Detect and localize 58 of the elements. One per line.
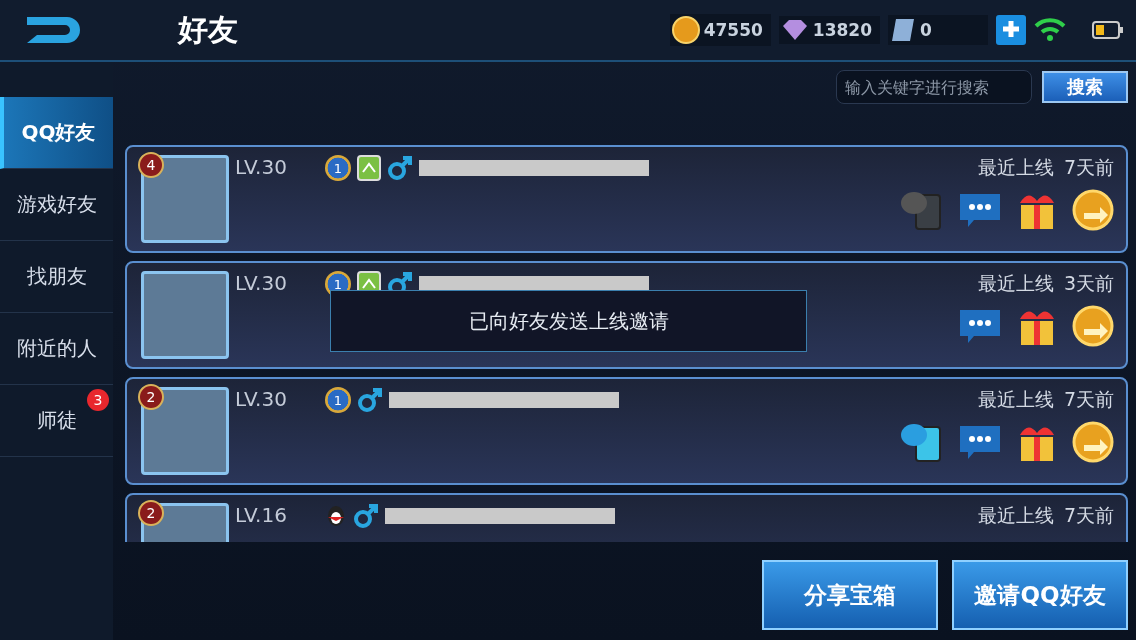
rank-medal-icon: 1 — [325, 387, 351, 413]
last-online-time: 7天前 — [1063, 155, 1114, 180]
last-online-time: 7天前 — [1063, 387, 1114, 412]
penguin-icon — [325, 503, 347, 527]
chat-button[interactable] — [958, 308, 1002, 344]
hi-phone-icon — [900, 421, 944, 463]
action-button[interactable]: 邀请QQ好友 — [952, 560, 1128, 630]
chat-button[interactable] — [958, 424, 1002, 460]
page-title: 好友 — [178, 10, 238, 49]
level-label: LV.16 — [235, 503, 288, 529]
rank-badge: 2 — [138, 384, 164, 410]
coin-counter: 47550 — [669, 14, 771, 46]
sidebar-tab[interactable]: 附近的人 — [0, 313, 113, 385]
chat-bubble-icon — [958, 192, 1002, 228]
battery-icon — [1092, 21, 1124, 39]
crystal-icon — [890, 17, 916, 43]
last-online-time: 7天前 — [1063, 503, 1114, 528]
plus-icon — [1002, 19, 1020, 38]
rank-badge: 2 — [138, 500, 164, 526]
male-icon — [387, 155, 413, 181]
level-label: LV.30 — [235, 387, 288, 413]
search-button[interactable]: 搜索 — [1042, 71, 1128, 103]
coupon-counter: 0 — [888, 15, 988, 45]
sidebar-tab[interactable]: 师徒 3 — [0, 385, 113, 457]
last-online-label: 最近上线 — [977, 503, 1054, 528]
level-label: LV.30 — [235, 271, 288, 297]
rank-badge: 4 — [138, 152, 164, 178]
coin-send-button[interactable] — [1072, 421, 1114, 463]
coin-icon — [671, 16, 700, 44]
level-label: LV.30 — [235, 155, 288, 181]
search-field[interactable]: 输入关键字进行搜索 — [836, 70, 1032, 104]
friend-card[interactable]: 2 LV.16 最近上线 7天前 — [125, 493, 1128, 542]
chat-bubble-icon — [958, 424, 1002, 460]
toast-message: 已向好友发送上线邀请 — [330, 290, 807, 352]
male-icon — [357, 387, 383, 413]
hi-phone-button[interactable] — [900, 421, 944, 463]
male-icon — [353, 503, 379, 529]
last-online-time: 3天前 — [1063, 271, 1114, 296]
sidebar-tab[interactable]: 找朋友 — [0, 241, 113, 313]
diamond-icon — [780, 18, 809, 42]
last-online-label: 最近上线 — [977, 155, 1054, 180]
last-online-label: 最近上线 — [977, 387, 1054, 412]
add-button[interactable] — [996, 15, 1026, 45]
notification-badge: 3 — [87, 389, 109, 411]
chat-button[interactable] — [958, 192, 1002, 228]
wifi-icon — [1034, 18, 1066, 42]
diamond-counter: 13820 — [778, 16, 880, 44]
sidebar-tab[interactable]: 游戏好友 — [0, 169, 113, 241]
hi-phone-icon — [900, 189, 944, 231]
sidebar-tab[interactable]: QQ好友 — [0, 97, 113, 169]
rank-medal-icon: 1 — [325, 155, 351, 181]
friend-card[interactable]: 2 LV.30 1 最近上线 7天前 — [125, 377, 1128, 485]
coin-send-button[interactable] — [1072, 305, 1114, 347]
chat-bubble-icon — [958, 308, 1002, 344]
coin-send-button[interactable] — [1072, 189, 1114, 231]
last-online-label: 最近上线 — [977, 271, 1054, 296]
friend-card[interactable]: 4 LV.30 1 最近上线 7天前 — [125, 145, 1128, 253]
action-button[interactable]: 分享宝箱 — [762, 560, 938, 630]
